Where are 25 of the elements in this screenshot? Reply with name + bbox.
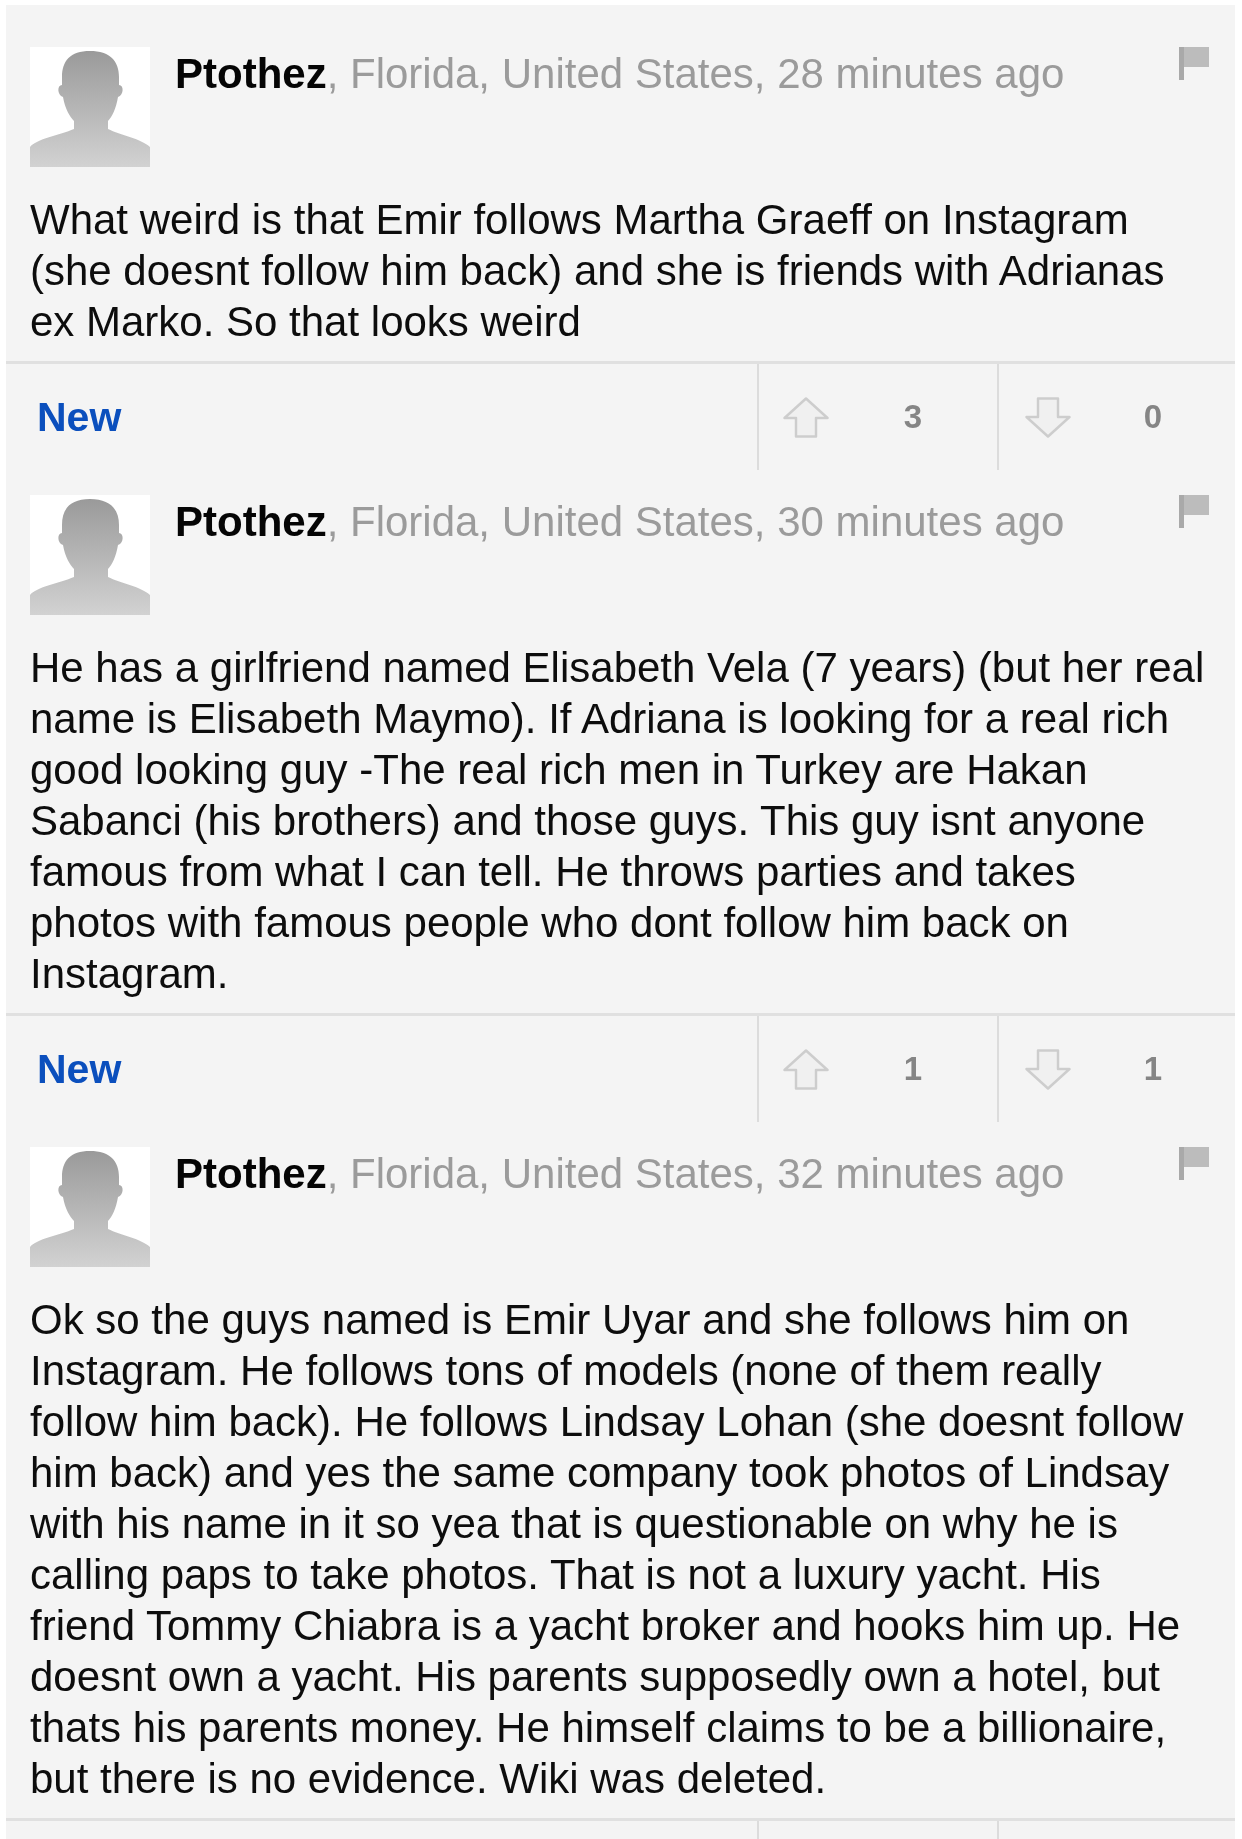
downvote-count: 1 <box>1142 1050 1164 1088</box>
comment-text: Ok so the guys named is Emir Uyar and she follows him on Instagram. He follows tons of models (none of them really follow him back). He follows Lindsay Lohan (she doesnt follow him back) and yes the same company took photos of Lindsay with his name in it so yea that is questionable on why he is calling paps to take photos. That is not a luxury yacht. His friend Tommy Chiabra is a yacht broker and hooks him up. He doesnt own a yacht. His parents supposedly own a hotel, but thats his parents money. He himself claims to be a billionaire, but there is no evidence. Wiki was deleted. <box>30 1295 1185 1804</box>
downvote-count: 0 <box>1142 398 1164 436</box>
avatar-icon <box>30 495 150 615</box>
author-name: Ptothez <box>175 498 327 545</box>
flag-icon[interactable] <box>1179 495 1209 528</box>
up-arrow-icon[interactable] <box>783 396 829 438</box>
down-arrow-icon[interactable] <box>1025 1048 1071 1090</box>
upvote-count: 1 <box>902 1050 924 1088</box>
down-arrow-icon[interactable] <box>1025 396 1071 438</box>
comment-meta: , Florida, United States, 30 minutes ago <box>326 498 1065 545</box>
new-label: New <box>37 393 122 441</box>
up-arrow-icon[interactable] <box>783 1048 829 1090</box>
flag-icon[interactable] <box>1179 1147 1209 1180</box>
author-name: Ptothez <box>175 1150 327 1197</box>
comment-meta: , Florida, United States, 32 minutes ago <box>326 1150 1065 1197</box>
comment-text: What weird is that Emir follows Martha Graeff on Instagram (she doesnt follow him back) and she is friends with Adrianas ex Marko. So that looks weird <box>30 195 1166 347</box>
flag-icon[interactable] <box>1179 47 1209 80</box>
new-label: New <box>37 1045 122 1093</box>
comment-meta: , Florida, United States, 28 minutes ago <box>326 50 1065 97</box>
avatar-icon <box>30 47 150 167</box>
upvote-count: 3 <box>902 398 924 436</box>
author-name: Ptothez <box>175 50 327 97</box>
avatar-icon <box>30 1147 150 1267</box>
comment-text: He has a girlfriend named Elisabeth Vela (7 years) (but her real name is Elisabeth Maymo). If Adriana is looking for a real rich good looking guy -The real rich men in Turkey are Hakan Sabanci (his brothers) and those guys. This guy isnt anyone famous from what I can tell. He throws parties and takes photos with famous people who dont follow him back on Instagram. <box>30 643 1206 999</box>
